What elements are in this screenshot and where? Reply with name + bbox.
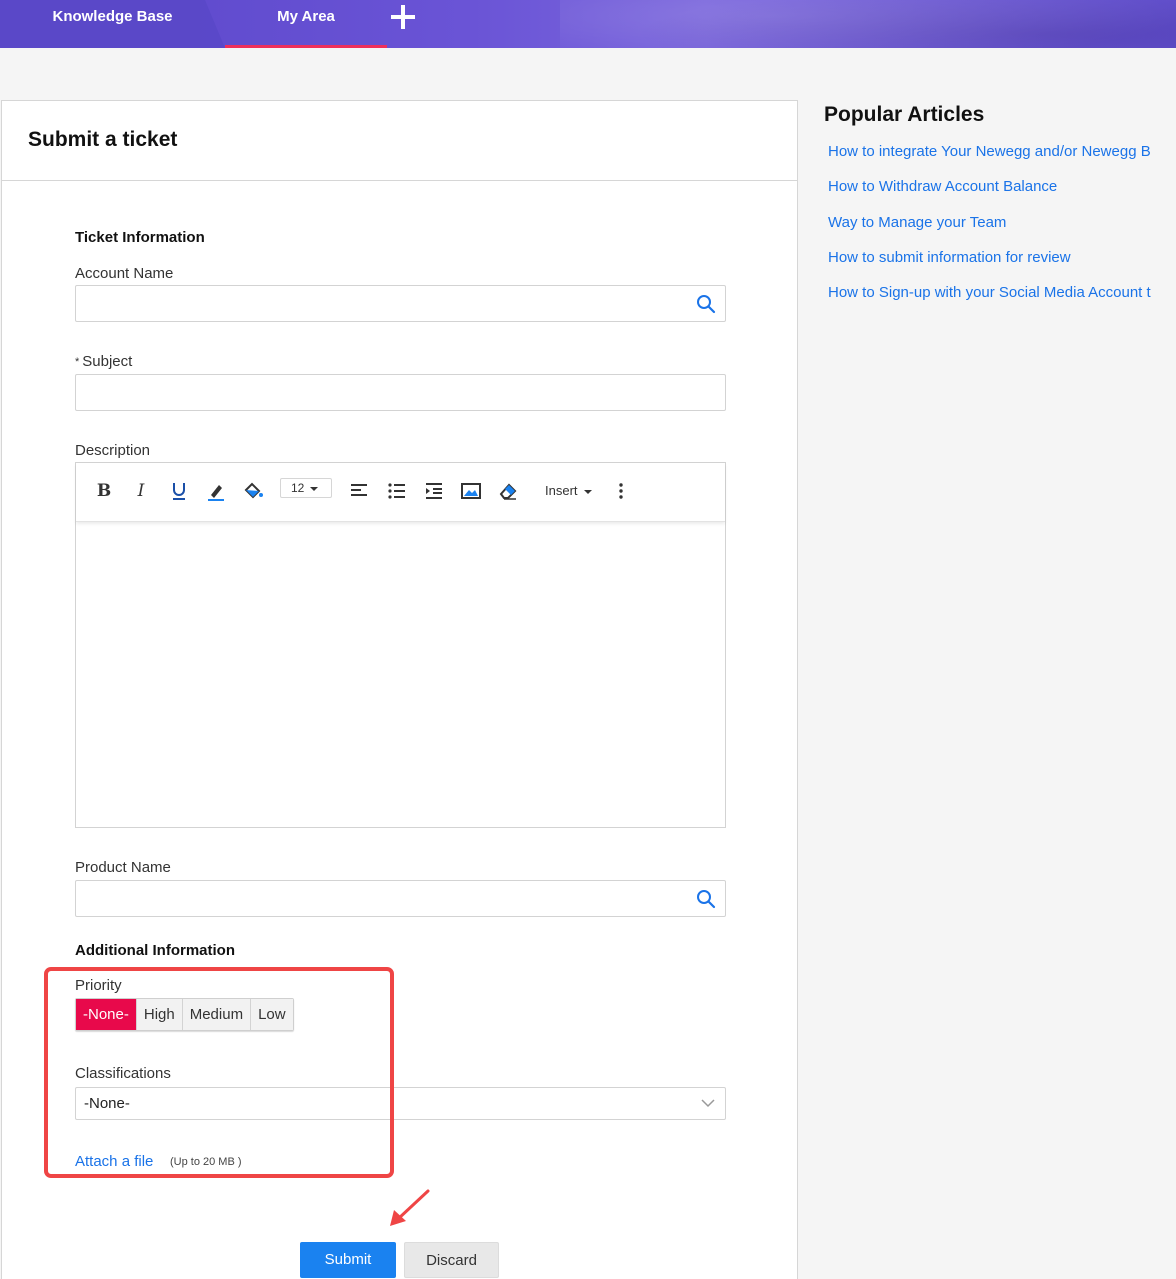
popular-article-link[interactable]: How to Withdraw Account Balance: [828, 177, 1176, 212]
description-text-area[interactable]: [76, 522, 725, 828]
submit-button[interactable]: Submit: [300, 1242, 396, 1278]
popular-articles-heading: Popular Articles: [824, 103, 985, 126]
popular-article-link[interactable]: Way to Manage your Team: [828, 213, 1176, 248]
popular-articles-list: How to integrate Your Newegg and/or Newe…: [828, 142, 1176, 318]
nav-background-decoration: [560, 0, 1176, 48]
tab-knowledge-base-label: Knowledge Base: [52, 8, 173, 25]
search-icon[interactable]: [696, 889, 716, 909]
chevron-down-icon: [310, 486, 319, 491]
tab-my-area[interactable]: My Area: [225, 0, 387, 48]
insert-menu[interactable]: Insert: [545, 480, 605, 502]
annotation-highlight-box: [44, 967, 394, 1178]
font-size-value: 12: [291, 481, 305, 495]
align-left-icon[interactable]: [348, 480, 370, 502]
tab-my-area-label: My Area: [277, 8, 335, 25]
plus-icon[interactable]: [388, 2, 418, 32]
card-header: Submit a ticket: [2, 101, 797, 181]
required-mark: *: [75, 356, 80, 368]
subject-label: * Subject: [75, 353, 132, 370]
product-name-label: Product Name: [75, 859, 171, 876]
active-tab-underline: [225, 45, 387, 48]
indent-icon[interactable]: [423, 480, 445, 502]
tab-knowledge-base[interactable]: Knowledge Base: [0, 0, 225, 48]
subject-input[interactable]: [75, 374, 726, 411]
popular-article-link[interactable]: How to submit information for review: [828, 248, 1176, 283]
more-icon[interactable]: [614, 480, 628, 502]
popular-article-link[interactable]: How to Sign-up with your Social Media Ac…: [828, 283, 1176, 318]
product-name-input[interactable]: [75, 880, 726, 917]
insert-label: Insert: [545, 483, 578, 498]
account-name-label: Account Name: [75, 265, 174, 282]
page-title: Submit a ticket: [28, 128, 178, 151]
image-icon[interactable]: [460, 480, 482, 502]
top-nav-bar: Knowledge Base My Area: [0, 0, 1176, 48]
font-size-select[interactable]: 12: [280, 478, 332, 498]
editor-toolbar: B I 12 Insert: [76, 463, 725, 522]
discard-button[interactable]: Discard: [404, 1242, 499, 1278]
italic-icon[interactable]: I: [130, 480, 152, 502]
annotation-arrow-icon: [390, 1189, 430, 1226]
additional-information-heading: Additional Information: [75, 942, 235, 959]
bullet-list-icon[interactable]: [386, 480, 408, 502]
ticket-information-heading: Ticket Information: [75, 229, 205, 246]
chevron-down-icon: [583, 489, 592, 494]
description-editor: B I 12 Insert: [75, 462, 726, 828]
subject-label-text: Subject: [82, 353, 133, 370]
account-name-input[interactable]: [75, 285, 726, 322]
chevron-down-icon: [701, 1099, 715, 1108]
popular-article-link[interactable]: How to integrate Your Newegg and/or Newe…: [828, 142, 1176, 177]
fill-color-icon[interactable]: [242, 480, 264, 502]
bold-icon[interactable]: B: [93, 480, 115, 502]
eraser-icon[interactable]: [497, 480, 519, 502]
underline-icon[interactable]: [168, 480, 190, 502]
text-color-icon[interactable]: [205, 480, 227, 502]
description-label: Description: [75, 442, 151, 459]
search-icon[interactable]: [696, 294, 716, 314]
